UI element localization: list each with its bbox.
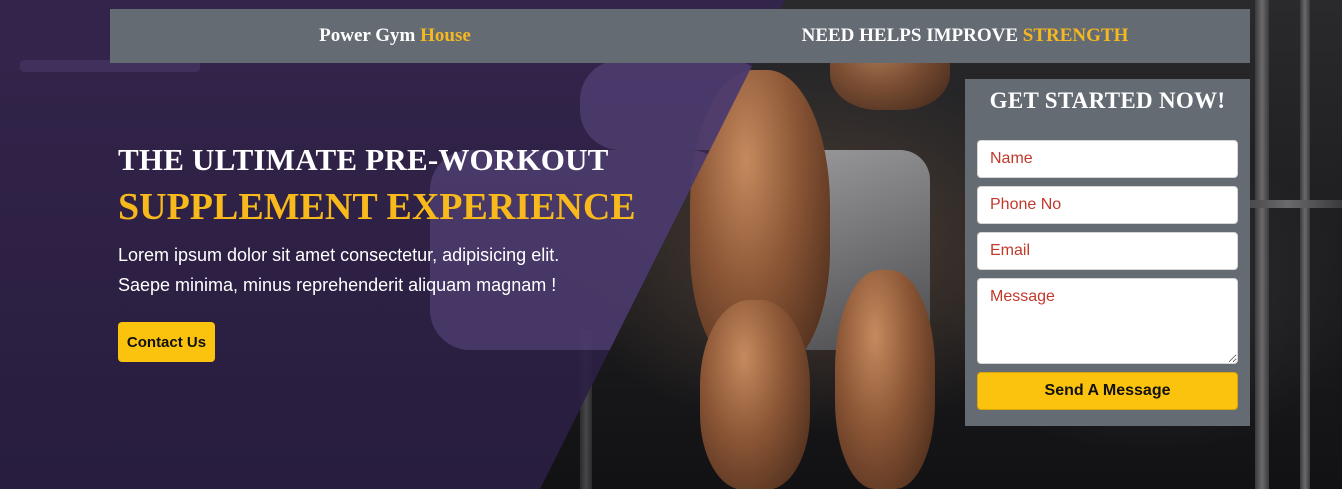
- hero-headline: THE ULTIMATE PRE-WORKOUT: [118, 142, 609, 177]
- form-title: GET STARTED NOW!: [989, 88, 1226, 113]
- brand-name: Power Gym: [319, 25, 421, 46]
- send-message-button[interactable]: Send A Message: [977, 372, 1238, 410]
- brand-accent: House: [420, 25, 471, 46]
- tagline: NEED HELPS IMPROVE STRENGTH: [680, 25, 1250, 47]
- email-input[interactable]: [977, 232, 1238, 270]
- hero-description-line2: Saepe minima, minus reprehenderit aliqua…: [118, 275, 557, 295]
- message-textarea[interactable]: [977, 278, 1238, 364]
- athlete-calf: [700, 300, 810, 489]
- phone-input[interactable]: [977, 186, 1238, 224]
- athlete-calf: [835, 270, 935, 489]
- top-bar: Power Gym House NEED HELPS IMPROVE STREN…: [110, 9, 1250, 63]
- brand[interactable]: Power Gym House: [110, 25, 680, 47]
- hero-description-line1: Lorem ipsum dolor sit amet consectetur, …: [118, 245, 560, 265]
- hero-subheadline: SUPPLEMENT EXPERIENCE: [118, 186, 636, 228]
- tagline-text: NEED HELPS IMPROVE: [801, 25, 1023, 46]
- hero-description: Lorem ipsum dolor sit amet consectetur, …: [118, 240, 638, 300]
- contact-us-button[interactable]: Contact Us: [118, 322, 215, 362]
- name-input[interactable]: [977, 140, 1238, 178]
- tagline-accent: STRENGTH: [1022, 25, 1129, 46]
- get-started-form: GET STARTED NOW! Send A Message: [965, 79, 1250, 426]
- hero-content: THE ULTIMATE PRE-WORKOUT SUPPLEMENT EXPE…: [118, 142, 678, 300]
- rack-bar: [1255, 0, 1269, 489]
- rack-bar: [1300, 0, 1310, 489]
